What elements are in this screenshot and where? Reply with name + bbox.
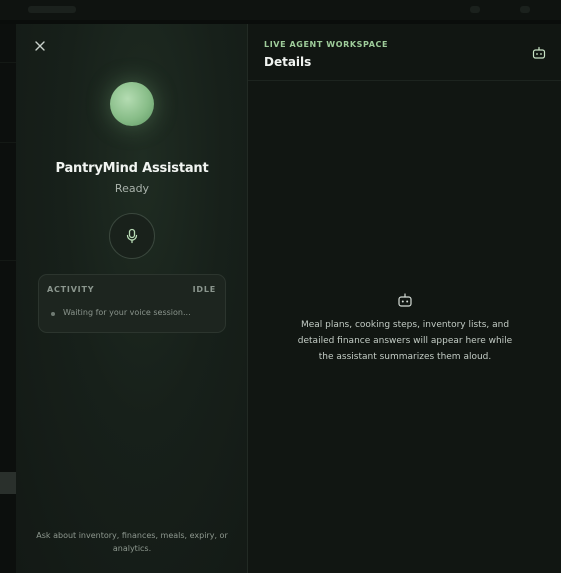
microphone-button[interactable] [109,213,155,259]
background-highlight [0,472,16,494]
close-icon [35,41,45,51]
assistant-panel: PantryMind Assistant Ready ACTIVITY IDLE… [16,24,248,573]
background-divider [0,142,16,143]
activity-message: Waiting for your voice session... [63,308,191,317]
close-button[interactable] [32,38,48,54]
activity-state-badge: IDLE [192,285,216,294]
assistant-name: PantryMind Assistant [55,161,209,176]
background-blurred-icon [470,6,480,13]
assistant-hint: Ask about inventory, finances, meals, ex… [36,531,228,553]
background-blurred-text [28,6,76,13]
workspace-empty-message: Meal plans, cooking steps, inventory lis… [297,320,513,362]
assistant-orb [110,82,154,126]
bot-icon [397,292,413,308]
microphone-icon [126,228,138,244]
background-divider [0,62,16,63]
voice-assistant-modal: PantryMind Assistant Ready ACTIVITY IDLE… [16,24,561,573]
background-blurred-icon [520,6,530,13]
background-sidebar [0,24,16,573]
activity-card: ACTIVITY IDLE Waiting for your voice ses… [38,274,226,333]
activity-status-dot [51,312,55,316]
workspace-header: LIVE AGENT WORKSPACE Details [248,24,561,81]
assistant-status: Ready [114,182,150,195]
workspace-panel: LIVE AGENT WORKSPACE Details Meal plans,… [248,24,561,573]
background-divider [0,260,16,261]
bot-icon [532,46,546,60]
workspace-title: Details [264,55,312,69]
background-topbar [0,0,561,20]
workspace-eyebrow: LIVE AGENT WORKSPACE [264,40,389,49]
activity-title: ACTIVITY [47,285,95,294]
